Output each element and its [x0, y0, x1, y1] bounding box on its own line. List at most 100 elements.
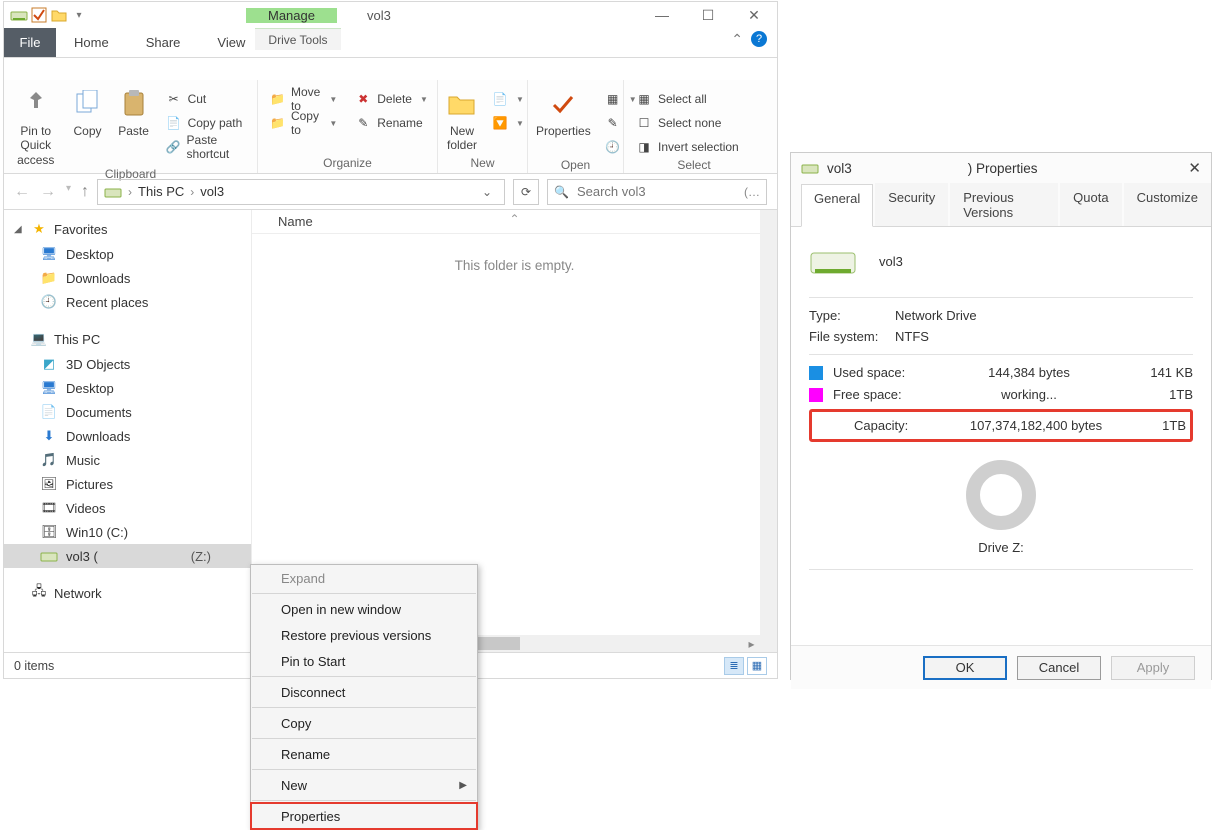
tab-general[interactable]: General [801, 184, 873, 227]
cm-properties[interactable]: Properties [251, 803, 477, 829]
drive-icon [801, 161, 819, 175]
search-input[interactable] [575, 183, 738, 200]
tree-desktop-2[interactable]: 🖥Desktop [4, 376, 251, 400]
home-tab[interactable]: Home [56, 28, 128, 57]
path-icon: 📄 [166, 115, 182, 131]
cancel-button[interactable]: Cancel [1017, 656, 1101, 680]
breadcrumb-dropdown-icon[interactable]: ⌄ [482, 185, 498, 199]
tree-this-pc[interactable]: 💻This PC [4, 326, 251, 352]
cm-copy[interactable]: Copy [251, 710, 477, 736]
up-button[interactable]: ↑ [81, 183, 89, 201]
copy-path-button[interactable]: 📄Copy path [162, 112, 249, 134]
tree-downloads[interactable]: 📁Downloads [4, 266, 251, 290]
search-icon: 🔍 [554, 185, 569, 199]
tree-documents[interactable]: 📄Documents [4, 400, 251, 424]
properties-close-button[interactable]: ✕ [1188, 159, 1201, 177]
apply-button[interactable]: Apply [1111, 656, 1195, 680]
rename-button[interactable]: ✎Rename [351, 112, 432, 134]
properties-title-suffix: ) Properties [968, 161, 1038, 176]
ok-button[interactable]: OK [923, 656, 1007, 680]
used-bytes: 144,384 bytes [925, 365, 1133, 380]
breadcrumb-current[interactable]: vol3 [200, 184, 224, 199]
capacity-highlight: Capacity: 107,374,182,400 bytes 1TB [809, 409, 1193, 442]
cm-new[interactable]: New▶ [251, 772, 477, 798]
forward-button[interactable]: → [40, 183, 56, 201]
icons-view-button[interactable]: ▦ [747, 657, 767, 675]
properties-button[interactable]: Properties [536, 84, 591, 138]
tree-desktop[interactable]: 🖥Desktop [4, 242, 251, 266]
select-group-label: Select [632, 158, 756, 175]
tree-music[interactable]: 🎵Music [4, 448, 251, 472]
copyto-icon: 📁 [270, 115, 285, 131]
move-to-button[interactable]: 📁Move to▼ [266, 88, 341, 110]
cm-pin-start[interactable]: Pin to Start [251, 648, 477, 674]
share-tab[interactable]: Share [128, 28, 200, 57]
fs-value: NTFS [895, 329, 929, 344]
tree-recent[interactable]: 🕘Recent places [4, 290, 251, 314]
select-all-icon: ▦ [636, 91, 652, 107]
copy-to-button[interactable]: 📁Copy to▼ [266, 112, 341, 134]
manage-context-tab[interactable]: Manage [246, 8, 337, 23]
tree-pictures[interactable]: 🖼Pictures [4, 472, 251, 496]
type-value: Network Drive [895, 308, 977, 323]
capacity-bytes: 107,374,182,400 bytes [946, 418, 1126, 433]
qat-folder-icon[interactable] [50, 6, 68, 24]
new-folder-button[interactable]: New folder [446, 84, 478, 153]
recent-locations-button[interactable]: ▾ [66, 183, 71, 201]
tree-downloads-2[interactable]: ⬇Downloads [4, 424, 251, 448]
cm-restore-prev[interactable]: Restore previous versions [251, 622, 477, 648]
network-drive-icon [40, 547, 58, 565]
copy-button[interactable]: Copy [70, 84, 106, 138]
free-color-icon [809, 388, 823, 402]
back-button[interactable]: ← [14, 183, 30, 201]
select-all-button[interactable]: ▦Select all [632, 88, 743, 110]
cm-open-new-window[interactable]: Open in new window [251, 596, 477, 622]
select-none-button[interactable]: ☐Select none [632, 112, 743, 134]
easy-access-button[interactable]: 🔽▼ [488, 112, 528, 134]
details-view-button[interactable]: ≣ [724, 657, 744, 675]
tree-videos[interactable]: 🎞Videos [4, 496, 251, 520]
collapse-columns-icon[interactable]: ⌃ [509, 212, 519, 226]
cm-expand[interactable]: Expand [251, 565, 477, 591]
scroll-right-icon[interactable]: ▸ [743, 635, 760, 652]
vertical-scrollbar[interactable] [760, 210, 777, 652]
videos-icon: 🎞 [40, 499, 58, 517]
breadcrumb[interactable]: › This PC › vol3 ⌄ [97, 179, 505, 205]
context-menu: Expand Open in new window Restore previo… [250, 564, 478, 830]
search-box[interactable]: 🔍 (… [547, 179, 767, 205]
move-icon: 📁 [270, 91, 285, 107]
refresh-button[interactable]: ⟳ [513, 179, 539, 205]
cut-button[interactable]: ✂Cut [162, 88, 249, 110]
paste-button[interactable]: Paste [116, 84, 152, 138]
qat-overflow-icon[interactable]: ▾ [70, 6, 88, 24]
new-folder-icon [446, 88, 478, 120]
tree-favorites[interactable]: ◢★Favorites [4, 216, 251, 242]
tree-win10[interactable]: 🗄Win10 (C:) [4, 520, 251, 544]
organize-group-label: Organize [266, 156, 429, 173]
tree-vol3[interactable]: vol3 ( (Z:) [4, 544, 251, 568]
open-group-label: Open [536, 158, 615, 175]
paste-shortcut-button[interactable]: 🔗Paste shortcut [162, 136, 249, 158]
tab-previous-versions[interactable]: Previous Versions [950, 183, 1058, 226]
breadcrumb-this-pc[interactable]: This PC [138, 184, 184, 199]
delete-button[interactable]: ✖Delete▼ [351, 88, 432, 110]
close-button[interactable]: ✕ [731, 2, 777, 28]
pin-quick-access-button[interactable]: Pin to Quick access [12, 84, 60, 167]
new-item-button[interactable]: 📄▼ [488, 88, 528, 110]
tree-3d-objects[interactable]: ◩3D Objects [4, 352, 251, 376]
tab-customize[interactable]: Customize [1124, 183, 1211, 226]
tree-network[interactable]: 🖧Network [4, 580, 251, 606]
view-tab[interactable]: View [199, 28, 264, 57]
maximize-button[interactable]: ☐ [685, 2, 731, 28]
invert-selection-button[interactable]: ◨Invert selection [632, 136, 743, 158]
ribbon-tabs: File Home Share View [4, 28, 777, 58]
tab-quota[interactable]: Quota [1060, 183, 1121, 226]
minimize-button[interactable]: — [639, 2, 685, 28]
cm-rename[interactable]: Rename [251, 741, 477, 767]
file-tab[interactable]: File [4, 28, 56, 57]
tab-security[interactable]: Security [875, 183, 948, 226]
nav-tree[interactable]: ◢★Favorites 🖥Desktop 📁Downloads 🕘Recent … [4, 210, 252, 652]
cm-disconnect[interactable]: Disconnect [251, 679, 477, 705]
local-disk-icon: 🗄 [40, 523, 58, 541]
qat-checkbox-icon[interactable] [30, 6, 48, 24]
